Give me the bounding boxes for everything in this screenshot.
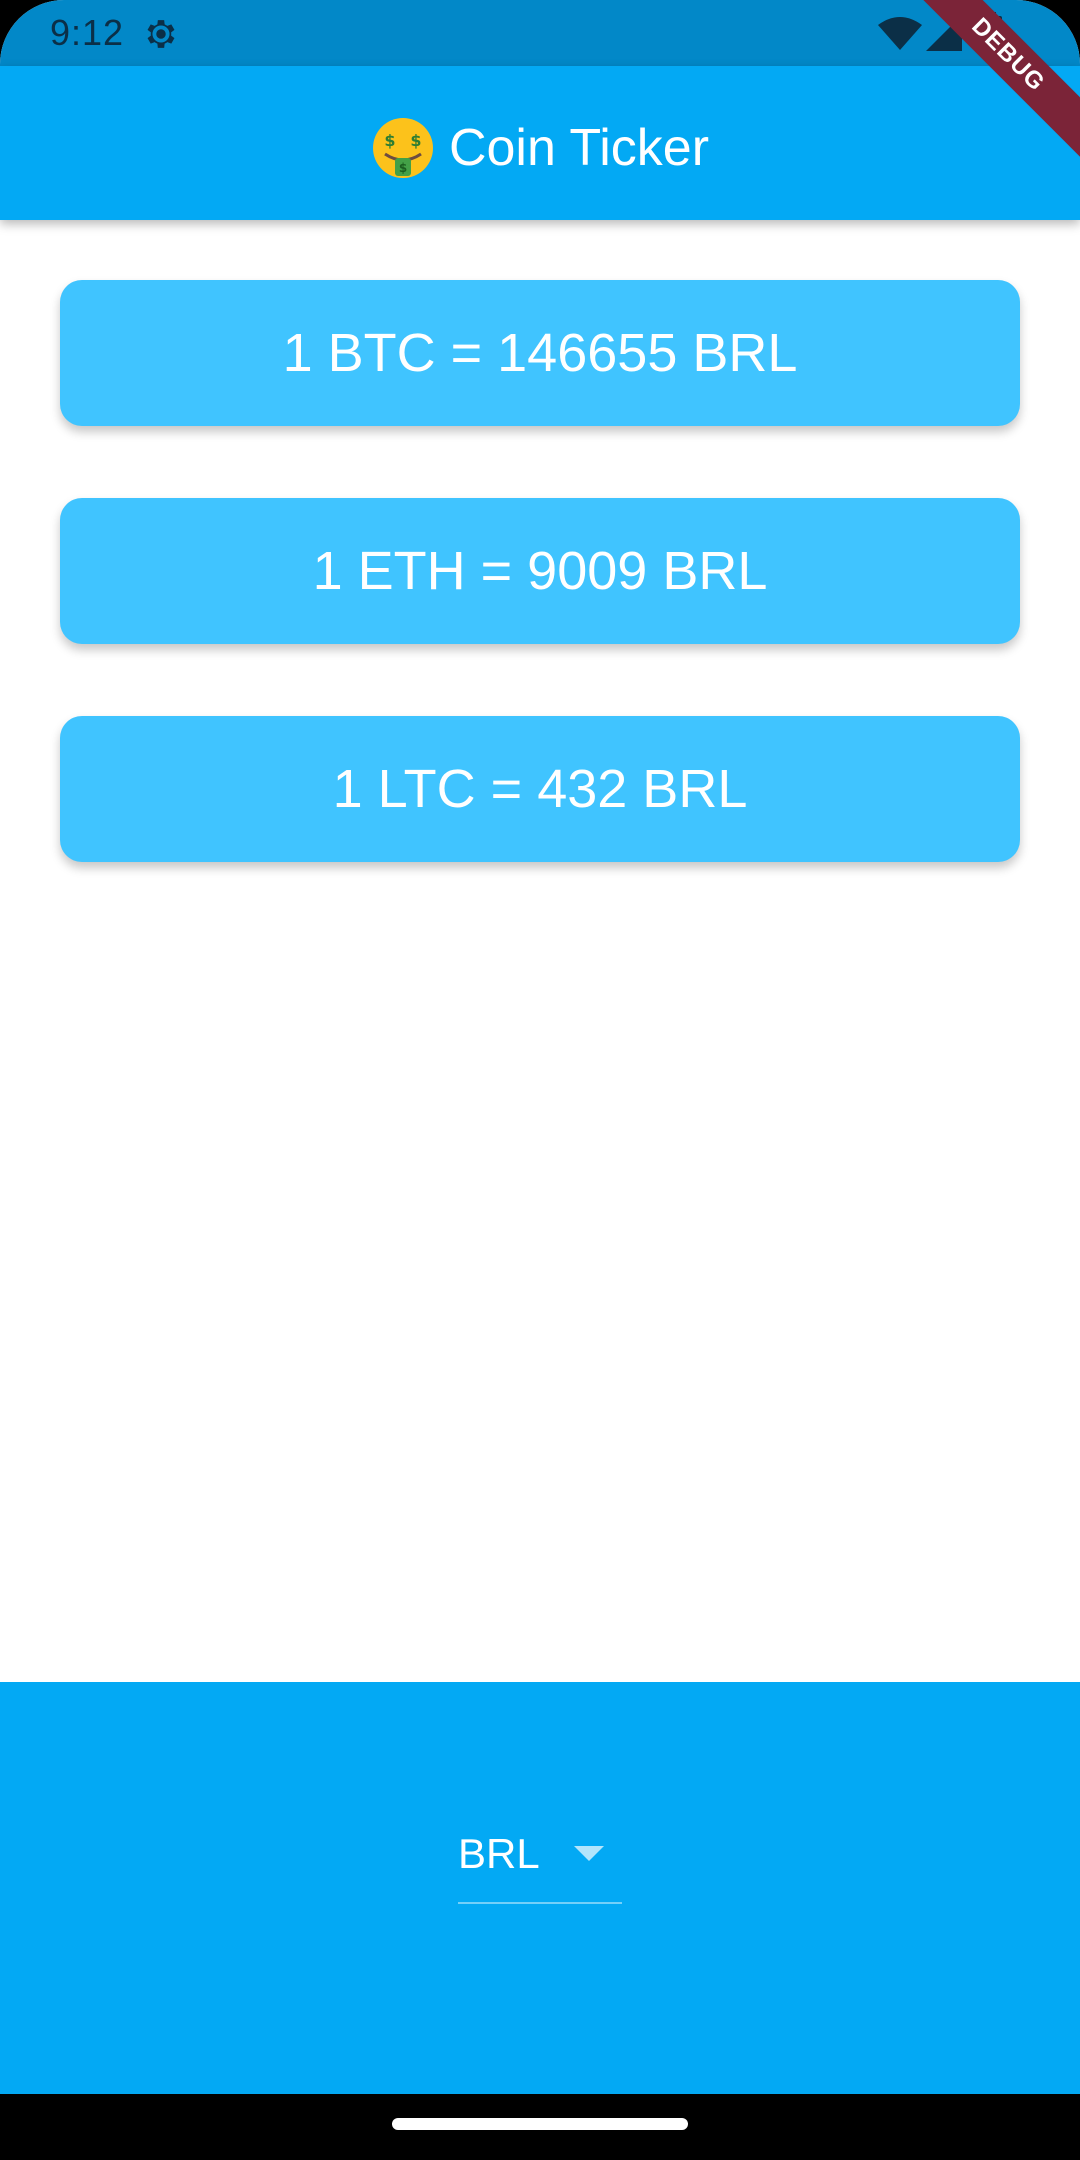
dropdown-arrow-icon (574, 1846, 604, 1861)
rate-card-btc[interactable]: 1 BTC = 146655 BRL (60, 280, 1020, 426)
app-bar: $ $ $ Coin Ticker (0, 66, 1080, 220)
money-mouth-face-icon: $ $ $ (372, 118, 433, 178)
app-title-group: $ $ $ Coin Ticker (371, 116, 709, 180)
home-indicator[interactable] (392, 2118, 688, 2130)
app-screen: 9:12 DEBUG $ $ $ Coin Ticker 1 BTC = 146… (0, 0, 1080, 2160)
status-bar: 9:12 (0, 0, 1080, 66)
currency-picker-panel: BRL (0, 1682, 1080, 2094)
rate-text: 1 ETH = 9009 BRL (312, 541, 768, 601)
status-time: 9:12 (50, 12, 125, 53)
rate-text: 1 BTC = 146655 BRL (282, 323, 798, 383)
navigation-bar (0, 2094, 1080, 2160)
settings-gear-icon (147, 20, 175, 48)
page-title: Coin Ticker (448, 119, 710, 177)
svg-text:$: $ (410, 131, 421, 150)
rates-list: 1 BTC = 146655 BRL 1 ETH = 9009 BRL 1 LT… (60, 280, 1020, 934)
rate-text: 1 LTC = 432 BRL (332, 759, 748, 819)
svg-text:$: $ (384, 131, 395, 150)
wifi-icon (878, 17, 922, 50)
svg-text:$: $ (399, 161, 407, 175)
currency-dropdown[interactable]: BRL (458, 1818, 622, 1904)
rate-card-ltc[interactable]: 1 LTC = 432 BRL (60, 716, 1020, 862)
currency-selected-value: BRL (458, 1830, 540, 1877)
rate-card-eth[interactable]: 1 ETH = 9009 BRL (60, 498, 1020, 644)
